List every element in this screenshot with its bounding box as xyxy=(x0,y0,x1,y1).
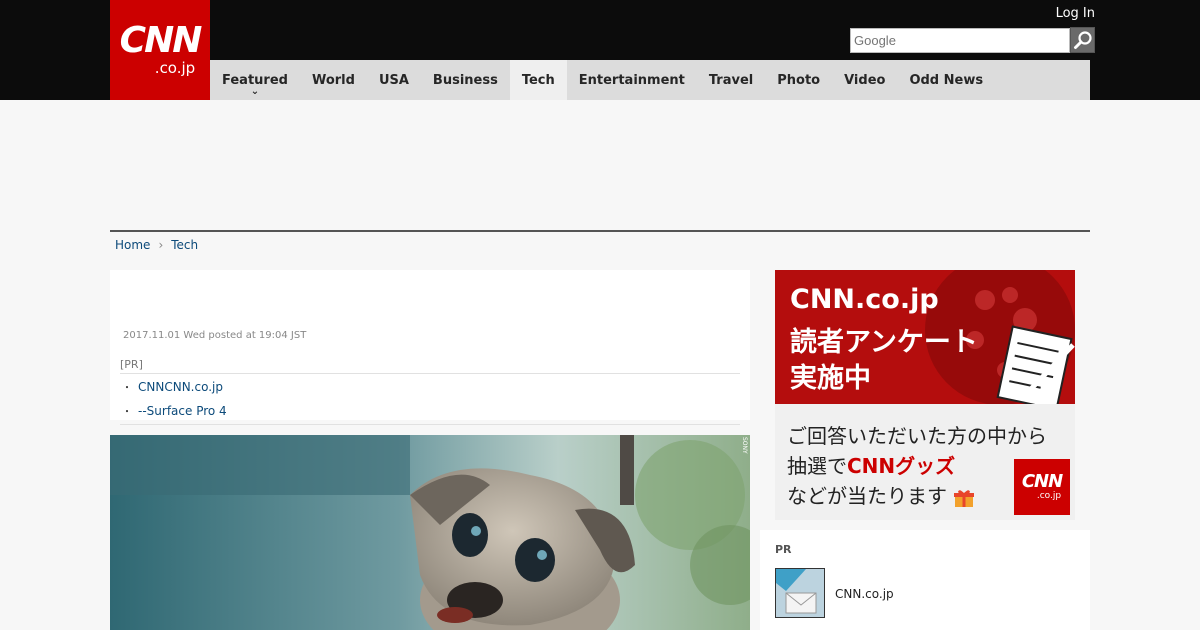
nav-photo[interactable]: Photo xyxy=(765,60,832,100)
mail-thumbnail-icon[interactable] xyxy=(775,568,825,618)
nav-label: Odd News xyxy=(909,72,984,88)
nav-usa[interactable]: USA xyxy=(367,60,421,100)
photo-credit: SONY xyxy=(741,437,748,454)
pr-link-text: --Surface Pro 4 xyxy=(138,403,227,418)
nav-travel[interactable]: Travel xyxy=(697,60,765,100)
magnifier-icon xyxy=(1073,31,1092,49)
nav-label: Tech xyxy=(521,72,555,88)
ad-subtext-2: 抽選でCNNグッズ xyxy=(787,450,955,479)
login-link[interactable]: Log In xyxy=(1056,6,1095,21)
cnn-ad-logo: CNN .co.jp xyxy=(1014,459,1070,515)
nav-video[interactable]: Video xyxy=(832,60,897,100)
nav-business[interactable]: Business xyxy=(421,60,510,100)
ad-headline-1: CNN.co.jp xyxy=(790,284,939,315)
sidebar-pr-box: PR CNN.co.jp xyxy=(760,530,1090,630)
nav-label: Video xyxy=(844,72,886,88)
gift-icon xyxy=(953,488,975,508)
nav-label: World xyxy=(311,72,355,88)
ad-subtext-2-pre: 抽選で xyxy=(787,454,847,478)
nav-world[interactable]: World xyxy=(300,60,367,100)
sidebar-pr-label: PR xyxy=(775,543,792,556)
article-photo-robot-dog: SONY xyxy=(110,435,750,630)
nav-label: Entertainment xyxy=(578,72,685,88)
nav-featured[interactable]: Featured ⌄ xyxy=(210,60,300,100)
pr-link[interactable]: ・ CNNCNN.co.jp xyxy=(120,374,740,398)
cnn-logo[interactable]: CNN .co.jp xyxy=(110,0,210,100)
ad-subtext-3: などが当たります xyxy=(787,480,975,509)
nav-odd-news[interactable]: Odd News xyxy=(897,60,995,100)
ad-logo-domain: .co.jp xyxy=(1036,491,1062,501)
survey-ad-subtext[interactable]: ご回答いただいた方の中から 抽選でCNNグッズ などが当たります CNN .co… xyxy=(775,404,1075,520)
chevron-down-icon: ⌄ xyxy=(250,86,260,97)
nav-label: Photo xyxy=(777,72,821,88)
ad-headline-3: 実施中 xyxy=(790,363,871,394)
bullet: ・ xyxy=(122,407,132,418)
nav-entertainment[interactable]: Entertainment xyxy=(567,60,697,100)
ad-logo-text: CNN xyxy=(1021,471,1063,492)
ad-subtext-3-text: などが当たります xyxy=(787,484,947,508)
pr-links-box: [PR] ・ CNNCNN.co.jp ・ --Surface Pro 4 xyxy=(120,358,740,425)
ad-subtext-2-highlight: CNNグッズ xyxy=(847,454,956,478)
breadcrumb-home[interactable]: Home xyxy=(115,238,150,252)
chevron-right-icon: › xyxy=(158,238,164,252)
search-input[interactable] xyxy=(850,28,1070,53)
logo-text: CNN xyxy=(119,20,203,61)
robot-dog-photo xyxy=(110,435,750,630)
ad-subtext-1: ご回答いただいた方の中から xyxy=(787,424,1047,448)
main-nav: Featured ⌄ World USA Business Tech Enter… xyxy=(210,60,1090,100)
article-date: 2017.11.01 Wed posted at 19:04 JST xyxy=(123,330,307,341)
pr-divider xyxy=(120,424,740,425)
breadcrumb-tech[interactable]: Tech xyxy=(171,238,198,252)
pr-label: [PR] xyxy=(120,358,740,374)
nav-tech[interactable]: Tech xyxy=(509,60,567,100)
search-button[interactable] xyxy=(1070,27,1095,53)
logo-domain: .co.jp xyxy=(154,59,196,77)
sidebar-pr-item[interactable]: CNN.co.jp xyxy=(835,587,894,601)
nav-label: Travel xyxy=(708,72,754,88)
nav-label: Business xyxy=(432,72,498,88)
section-divider xyxy=(110,230,1090,232)
survey-ad-banner[interactable]: CNN.co.jp 読者アンケート 実施中 xyxy=(775,270,1075,404)
breadcrumb: Home › Tech xyxy=(115,238,198,252)
pr-link[interactable]: ・ --Surface Pro 4 xyxy=(120,398,740,422)
nav-label: USA xyxy=(378,72,409,88)
bullet: ・ xyxy=(122,383,132,394)
pr-link-text: CNNCNN.co.jp xyxy=(138,379,223,394)
ad-headline-2: 読者アンケート xyxy=(790,327,978,358)
article-header: 2017.11.01 Wed posted at 19:04 JST [PR] … xyxy=(110,270,750,425)
